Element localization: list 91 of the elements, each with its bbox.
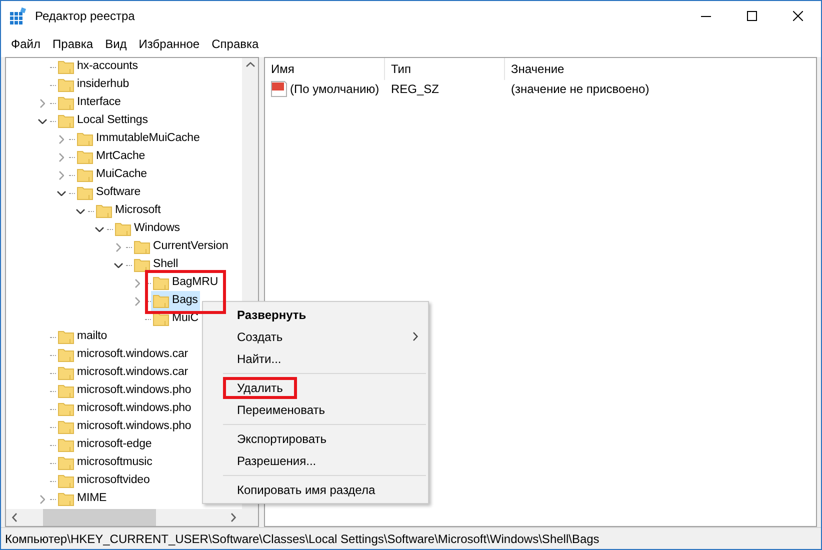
chevron-down-icon[interactable] [76,208,84,214]
chevron-down-icon[interactable] [56,190,66,196]
tree-item[interactable]: MuiCache [96,166,147,184]
tree-item[interactable]: Interface [77,94,121,112]
menu-item[interactable]: Удалить [203,377,428,399]
folder-icon [58,419,74,435]
value-type: REG_SZ [391,81,440,98]
folder-icon [77,185,93,201]
tree-item[interactable]: MrtCache [96,148,146,166]
column-header[interactable]: Тип [385,58,505,80]
menu-item[interactable]: Правка [46,33,100,55]
value-data: (значение не присвоено) [511,81,650,98]
status-bar-path: Компьютер\HKEY_CURRENT_USER\Software\Classes\Local Settings\Software\Microsoft\Windows\Shell\Bags [5,530,600,548]
horizontal-scrollbar[interactable] [6,509,258,526]
tree-item[interactable]: microsoftvideo [77,472,150,490]
scroll-up-icon [246,62,254,67]
folder-icon [153,293,169,309]
tree-item[interactable]: Local Settings [77,112,148,130]
menu-item[interactable]: Справка [206,33,265,55]
menu-item[interactable]: Избранное [132,33,206,55]
folder-icon [58,437,74,453]
folder-icon [134,239,150,255]
chevron-down-icon[interactable] [38,118,46,124]
chevron-right-icon[interactable] [134,296,140,306]
menu-item[interactable]: Создать [203,326,428,348]
folder-icon [58,401,74,417]
close-icon [793,11,803,21]
folder-icon [58,77,74,93]
folder-icon [58,329,74,345]
tree-item[interactable]: Windows [134,220,180,238]
maximize-icon [747,11,757,21]
tree-item[interactable]: microsoft.windows.car [77,364,188,382]
tree-item[interactable]: BagMRU [172,274,218,292]
tree-item[interactable]: MIME [77,490,107,508]
chevron-down-icon[interactable] [94,226,104,232]
folder-icon [58,491,74,507]
tree-item[interactable]: mailto [77,328,108,346]
tree-item[interactable]: microsoft.windows.car [77,346,188,364]
tree-item[interactable]: microsoft.windows.pho [77,418,192,436]
folder-icon [58,383,74,399]
window-title: Редактор реестра [35,8,135,25]
chevron-right-icon[interactable] [40,98,44,108]
scroll-right-icon [231,513,236,522]
folder-icon [58,365,74,381]
folder-icon [134,257,150,273]
column-header[interactable]: Значение [505,58,816,80]
folder-icon [58,473,74,489]
value-name[interactable]: (По умолчанию) [290,80,380,98]
folder-icon [58,59,74,75]
chevron-right-icon[interactable] [58,152,64,162]
chevron-right-icon[interactable] [58,170,64,180]
chevron-right-icon[interactable] [134,278,140,288]
tree-item[interactable]: insiderhub [77,76,130,94]
column-header[interactable]: Имя [265,58,385,80]
tree-item[interactable]: microsoft-edge [77,436,152,454]
tree-item[interactable]: microsoft.windows.pho [77,400,192,418]
folder-icon [58,113,74,129]
tree-item[interactable]: CurrentVersion [153,238,228,256]
folder-icon [58,347,74,363]
menu-item[interactable]: Разрешения... [203,450,428,472]
chevron-right-icon[interactable] [116,242,120,252]
tree-item[interactable]: hx-accounts [77,58,138,76]
folder-icon [58,455,74,471]
chevron-right-icon[interactable] [58,134,64,144]
menu-item[interactable]: Переименовать [203,399,428,421]
chevron-right-icon[interactable] [40,494,44,504]
tree-item[interactable]: microsoftmusic [77,454,152,472]
tree-item[interactable]: Software [96,184,141,202]
chevron-down-icon[interactable] [114,262,122,268]
string-value-icon [271,81,287,97]
menu-item[interactable]: Копировать имя раздела [203,479,428,501]
folder-icon [58,95,74,111]
tree-item[interactable]: microsoft.windows.pho [77,382,192,400]
folder-icon [77,167,93,183]
registry-editor-icon [9,7,27,25]
folder-icon [153,275,169,291]
folder-icon [153,311,169,327]
tree-item[interactable]: ImmutableMuiCache [96,130,200,148]
menu-item[interactable]: Файл [5,33,47,55]
menu-item[interactable]: Экспортировать [203,428,428,450]
scrollbar-thumb[interactable] [43,509,156,526]
folder-icon [77,149,93,165]
tree-item[interactable]: Shell [153,256,178,274]
tree-item[interactable]: Microsoft [115,202,161,220]
menu-item[interactable]: Найти... [203,348,428,370]
menu-item[interactable]: Вид [99,33,133,55]
folder-icon [96,203,112,219]
scroll-left-icon [12,513,17,522]
folder-icon [77,131,93,147]
menu-item[interactable]: Развернуть [203,304,428,326]
folder-icon [115,221,131,237]
